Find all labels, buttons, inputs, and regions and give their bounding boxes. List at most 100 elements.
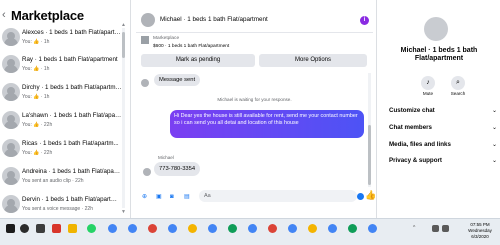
task-view-icon[interactable] [36, 224, 45, 233]
avatar [2, 195, 20, 213]
conversation-item[interactable]: Ray · 1 beds 1 bath Flat/apartment You: … [0, 53, 124, 79]
conversation-sidebar: ‹ Marketplace Alexces · 1 beds 1 bath Fl… [0, 0, 128, 218]
media-files-row[interactable]: Media, files and links ⌄ [389, 141, 497, 148]
message-scrollbar[interactable] [368, 73, 371, 187]
composer: ⊕ ▣ ◙ ▤ Aa 👍 [136, 189, 376, 218]
row-label: Media, files and links [389, 141, 451, 148]
chrome-icon[interactable] [228, 224, 237, 233]
messenger-window: ‹ Marketplace Alexces · 1 beds 1 bath Fl… [0, 0, 500, 245]
listing-thumbnail [141, 36, 149, 44]
avatar [143, 168, 151, 176]
conversation-item[interactable]: Ricas · 1 beds 1 bath Flat/apartm... You… [0, 137, 124, 163]
avatar [2, 167, 20, 185]
back-arrow-icon[interactable]: ‹ [2, 10, 6, 21]
more-options-button[interactable]: More Options [259, 54, 367, 67]
whatsapp-icon[interactable] [87, 224, 96, 233]
tray-chevron-icon[interactable]: ^ [413, 225, 415, 231]
conversation-name: Alexces · 1 beds 1 bath Flat/apartment [22, 29, 122, 36]
conversation-name: Dirchy · 1 beds 1 bath Flat/apartment [22, 84, 122, 91]
chrome-icon[interactable] [108, 224, 117, 233]
conversation-item[interactable]: La'shawn · 1 beds 1 bath Flat/apartm... … [0, 109, 124, 135]
info-icon[interactable]: i [360, 16, 369, 25]
conversation-preview: You: 👍 · 22h [22, 122, 53, 128]
conversation-details: Michael · 1 beds 1 bath Flat/apartment ♪… [381, 0, 500, 218]
avatar [2, 28, 20, 46]
clock-day[interactable]: Wednesday [464, 228, 496, 233]
chrome-icon[interactable] [128, 224, 137, 233]
chrome-icon[interactable] [268, 224, 277, 233]
avatar [2, 83, 20, 101]
chevron-down-icon: ⌄ [491, 158, 497, 164]
chrome-icon[interactable] [348, 224, 357, 233]
chat-members-row[interactable]: Chat members ⌄ [389, 124, 497, 131]
folder-icon[interactable] [68, 224, 77, 233]
divider [376, 0, 377, 218]
row-label: Privacy & support [389, 157, 442, 164]
search-icon[interactable] [20, 224, 29, 233]
conversation-name: La'shawn · 1 beds 1 bath Flat/apartm... [22, 112, 122, 119]
chrome-icon[interactable] [208, 224, 217, 233]
clock-date[interactable]: 6/3/2020 [464, 234, 496, 239]
conversation-item[interactable]: Andreina · 1 beds 1 bath Flat/apartm... … [0, 165, 124, 191]
message-bubble: Message sent [154, 74, 201, 86]
scroll-down-icon[interactable]: ▼ [121, 209, 126, 215]
system-notice: Michael is waiting for your response. [217, 97, 292, 102]
search-button[interactable]: ⌕ Search [447, 76, 469, 96]
privacy-support-row[interactable]: Privacy & support ⌄ [389, 157, 497, 164]
conversation-name: Ray · 1 beds 1 bath Flat/apartment [22, 56, 118, 63]
listing-price[interactable]: $600 · 1 beds 1 bath Flat/apartment [153, 44, 229, 49]
avatar [2, 139, 20, 157]
incoming-message: 773-780-3354 [154, 162, 201, 176]
contact-name: Michael · 1 beds 1 bath Flat/apartment [400, 47, 478, 62]
mute-button[interactable]: ♪ Mute [417, 76, 439, 96]
conversation-preview: You: 👍 · 22h [22, 150, 53, 156]
avatar [2, 111, 20, 129]
conversation-name: Ricas · 1 beds 1 bath Flat/apartm... [22, 140, 119, 147]
start-icon[interactable] [6, 224, 15, 233]
chrome-icon[interactable] [368, 224, 377, 233]
clock-time[interactable]: 07:55 PM [464, 222, 496, 227]
taskbar: ^ 07:55 PM Wednesday 6/3/2020 [0, 218, 500, 245]
chrome-icon[interactable] [308, 224, 317, 233]
volume-icon[interactable] [442, 225, 449, 232]
network-icon[interactable] [432, 225, 439, 232]
chat-panel: Michael · 1 beds 1 bath Flat/apartment i… [136, 0, 376, 218]
like-icon[interactable]: 👍 [365, 190, 376, 201]
chrome-icon[interactable] [188, 224, 197, 233]
conversation-item[interactable]: Dirchy · 1 beds 1 bath Flat/apartment Yo… [0, 81, 124, 107]
chevron-down-icon: ⌄ [491, 125, 497, 131]
chrome-icon[interactable] [328, 224, 337, 233]
avatar [141, 79, 149, 87]
mark-as-pending-button[interactable]: Mark as pending [141, 54, 255, 67]
plus-icon[interactable]: ⊕ [142, 193, 147, 201]
sidebar-scrollbar[interactable] [122, 28, 125, 208]
emoji-icon[interactable] [357, 193, 364, 200]
outgoing-message: Hi Dear yes the house is still available… [170, 110, 364, 138]
avatar [2, 55, 20, 73]
image-icon[interactable]: ▣ [156, 193, 162, 201]
listing-card: Marketplace $600 · 1 beds 1 bath Flat/ap… [136, 33, 373, 71]
divider [130, 0, 131, 218]
chat-title[interactable]: Michael · 1 beds 1 bath Flat/apartment [160, 16, 268, 23]
conversation-preview: You: 👍 · 1h [22, 39, 50, 45]
sidebar-title: Marketplace [11, 8, 84, 23]
message-input[interactable]: Aa [199, 190, 357, 202]
sticker-icon[interactable]: ◙ [170, 193, 174, 201]
customize-chat-row[interactable]: Customize chat ⌄ [389, 107, 497, 114]
conversation-item[interactable]: Alexces · 1 beds 1 bath Flat/apartment Y… [0, 26, 124, 52]
chrome-icon[interactable] [248, 224, 257, 233]
conversation-preview: You sent an audio clip · 22h [22, 178, 84, 184]
chrome-icon[interactable] [288, 224, 297, 233]
gif-icon[interactable]: ▤ [184, 193, 190, 201]
chevron-down-icon: ⌄ [491, 108, 497, 114]
chrome-icon[interactable] [148, 224, 157, 233]
chrome-icon[interactable] [168, 224, 177, 233]
search-label: Search [450, 91, 466, 96]
sender-name: Michael [158, 155, 174, 160]
conversation-item[interactable]: Dervin · 1 beds 1 bath Flat/apartment Yo… [0, 193, 124, 219]
message-list: Message sent Michael is waiting for your… [136, 71, 373, 189]
chevron-down-icon: ⌄ [491, 142, 497, 148]
avatar [424, 17, 448, 41]
app-icon[interactable] [52, 224, 61, 233]
avatar[interactable] [141, 13, 155, 27]
